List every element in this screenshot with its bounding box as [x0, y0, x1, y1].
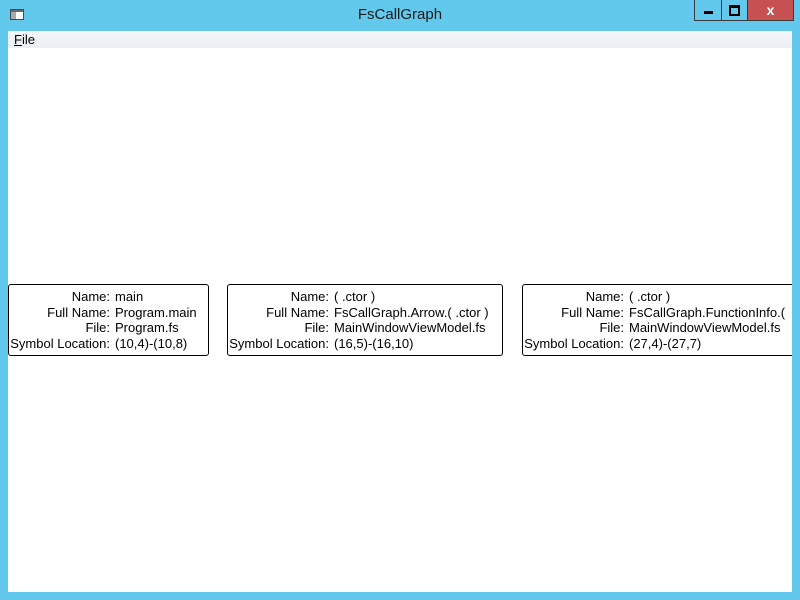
file-value: MainWindowViewModel.fs: [334, 320, 486, 335]
function-node[interactable]: Name: ( .ctor ) Full Name: FsCallGraph.A…: [227, 284, 503, 356]
close-button[interactable]: x: [748, 0, 794, 21]
menu-file[interactable]: File: [14, 33, 35, 47]
minimize-button[interactable]: [694, 0, 721, 21]
function-node[interactable]: Name: main Full Name: Program.main File:…: [8, 284, 209, 356]
symbol-location-label: Symbol Location:: [524, 335, 624, 351]
name-label: Name:: [71, 289, 110, 304]
close-icon: x: [766, 2, 775, 18]
menu-file-accelerator: F: [14, 32, 22, 47]
node-row-symbol-location: Symbol Location: (16,5)-(16,10): [228, 336, 502, 352]
caption-buttons: x: [694, 0, 794, 21]
node-row-file: File: Program.fs: [9, 320, 208, 336]
symbol-location-value: (16,5)-(16,10): [334, 335, 414, 351]
node-row-name: Name: ( .ctor ): [228, 289, 502, 305]
name-value: ( .ctor ): [629, 289, 671, 304]
app-window: FsCallGraph x File Name: main Full Name:…: [0, 0, 800, 600]
maximize-icon: [729, 4, 740, 16]
node-row-symbol-location: Symbol Location: (27,4)-(27,7): [523, 336, 792, 352]
node-row-file: File: MainWindowViewModel.fs: [523, 320, 792, 336]
title-bar[interactable]: FsCallGraph x: [0, 0, 800, 32]
full-name-label: Full Name:: [266, 304, 329, 320]
node-row-file: File: MainWindowViewModel.fs: [228, 320, 502, 336]
name-value: ( .ctor ): [334, 289, 376, 304]
node-row-full-name: Full Name: FsCallGraph.FunctionInfo.(: [523, 305, 792, 321]
symbol-location-label: Symbol Location:: [229, 335, 329, 351]
file-label: File:: [304, 320, 329, 335]
menu-file-label: ile: [21, 32, 35, 47]
node-row-full-name: Full Name: FsCallGraph.Arrow.( .ctor ): [228, 305, 502, 321]
node-row-symbol-location: Symbol Location: (10,4)-(10,8): [9, 336, 208, 352]
full-name-value: Program.main: [115, 304, 197, 320]
window-title: FsCallGraph: [357, 6, 443, 23]
node-row-name: Name: ( .ctor ): [523, 289, 792, 305]
full-name-label: Full Name:: [561, 304, 624, 320]
client-area: File Name: main Full Name: Program.main …: [8, 31, 792, 592]
file-value: MainWindowViewModel.fs: [629, 320, 781, 335]
function-node[interactable]: Name: ( .ctor ) Full Name: FsCallGraph.F…: [522, 284, 792, 356]
file-label: File:: [599, 320, 624, 335]
file-label: File:: [85, 320, 110, 335]
maximize-button[interactable]: [721, 0, 748, 21]
node-row-full-name: Full Name: Program.main: [9, 305, 208, 321]
call-graph-canvas[interactable]: Name: main Full Name: Program.main File:…: [8, 48, 792, 592]
full-name-value: FsCallGraph.FunctionInfo.(: [629, 304, 786, 320]
name-label: Name:: [290, 289, 329, 304]
symbol-location-value: (27,4)-(27,7): [629, 335, 702, 351]
full-name-label: Full Name:: [47, 304, 110, 320]
minimize-icon: [703, 11, 713, 14]
file-value: Program.fs: [115, 320, 179, 335]
menu-bar: File: [8, 31, 792, 48]
symbol-location-value: (10,4)-(10,8): [115, 335, 188, 351]
name-value: main: [115, 289, 144, 304]
node-row-name: Name: main: [9, 289, 208, 305]
full-name-value: FsCallGraph.Arrow.( .ctor ): [334, 304, 489, 320]
name-label: Name:: [585, 289, 624, 304]
symbol-location-label: Symbol Location:: [10, 335, 110, 351]
